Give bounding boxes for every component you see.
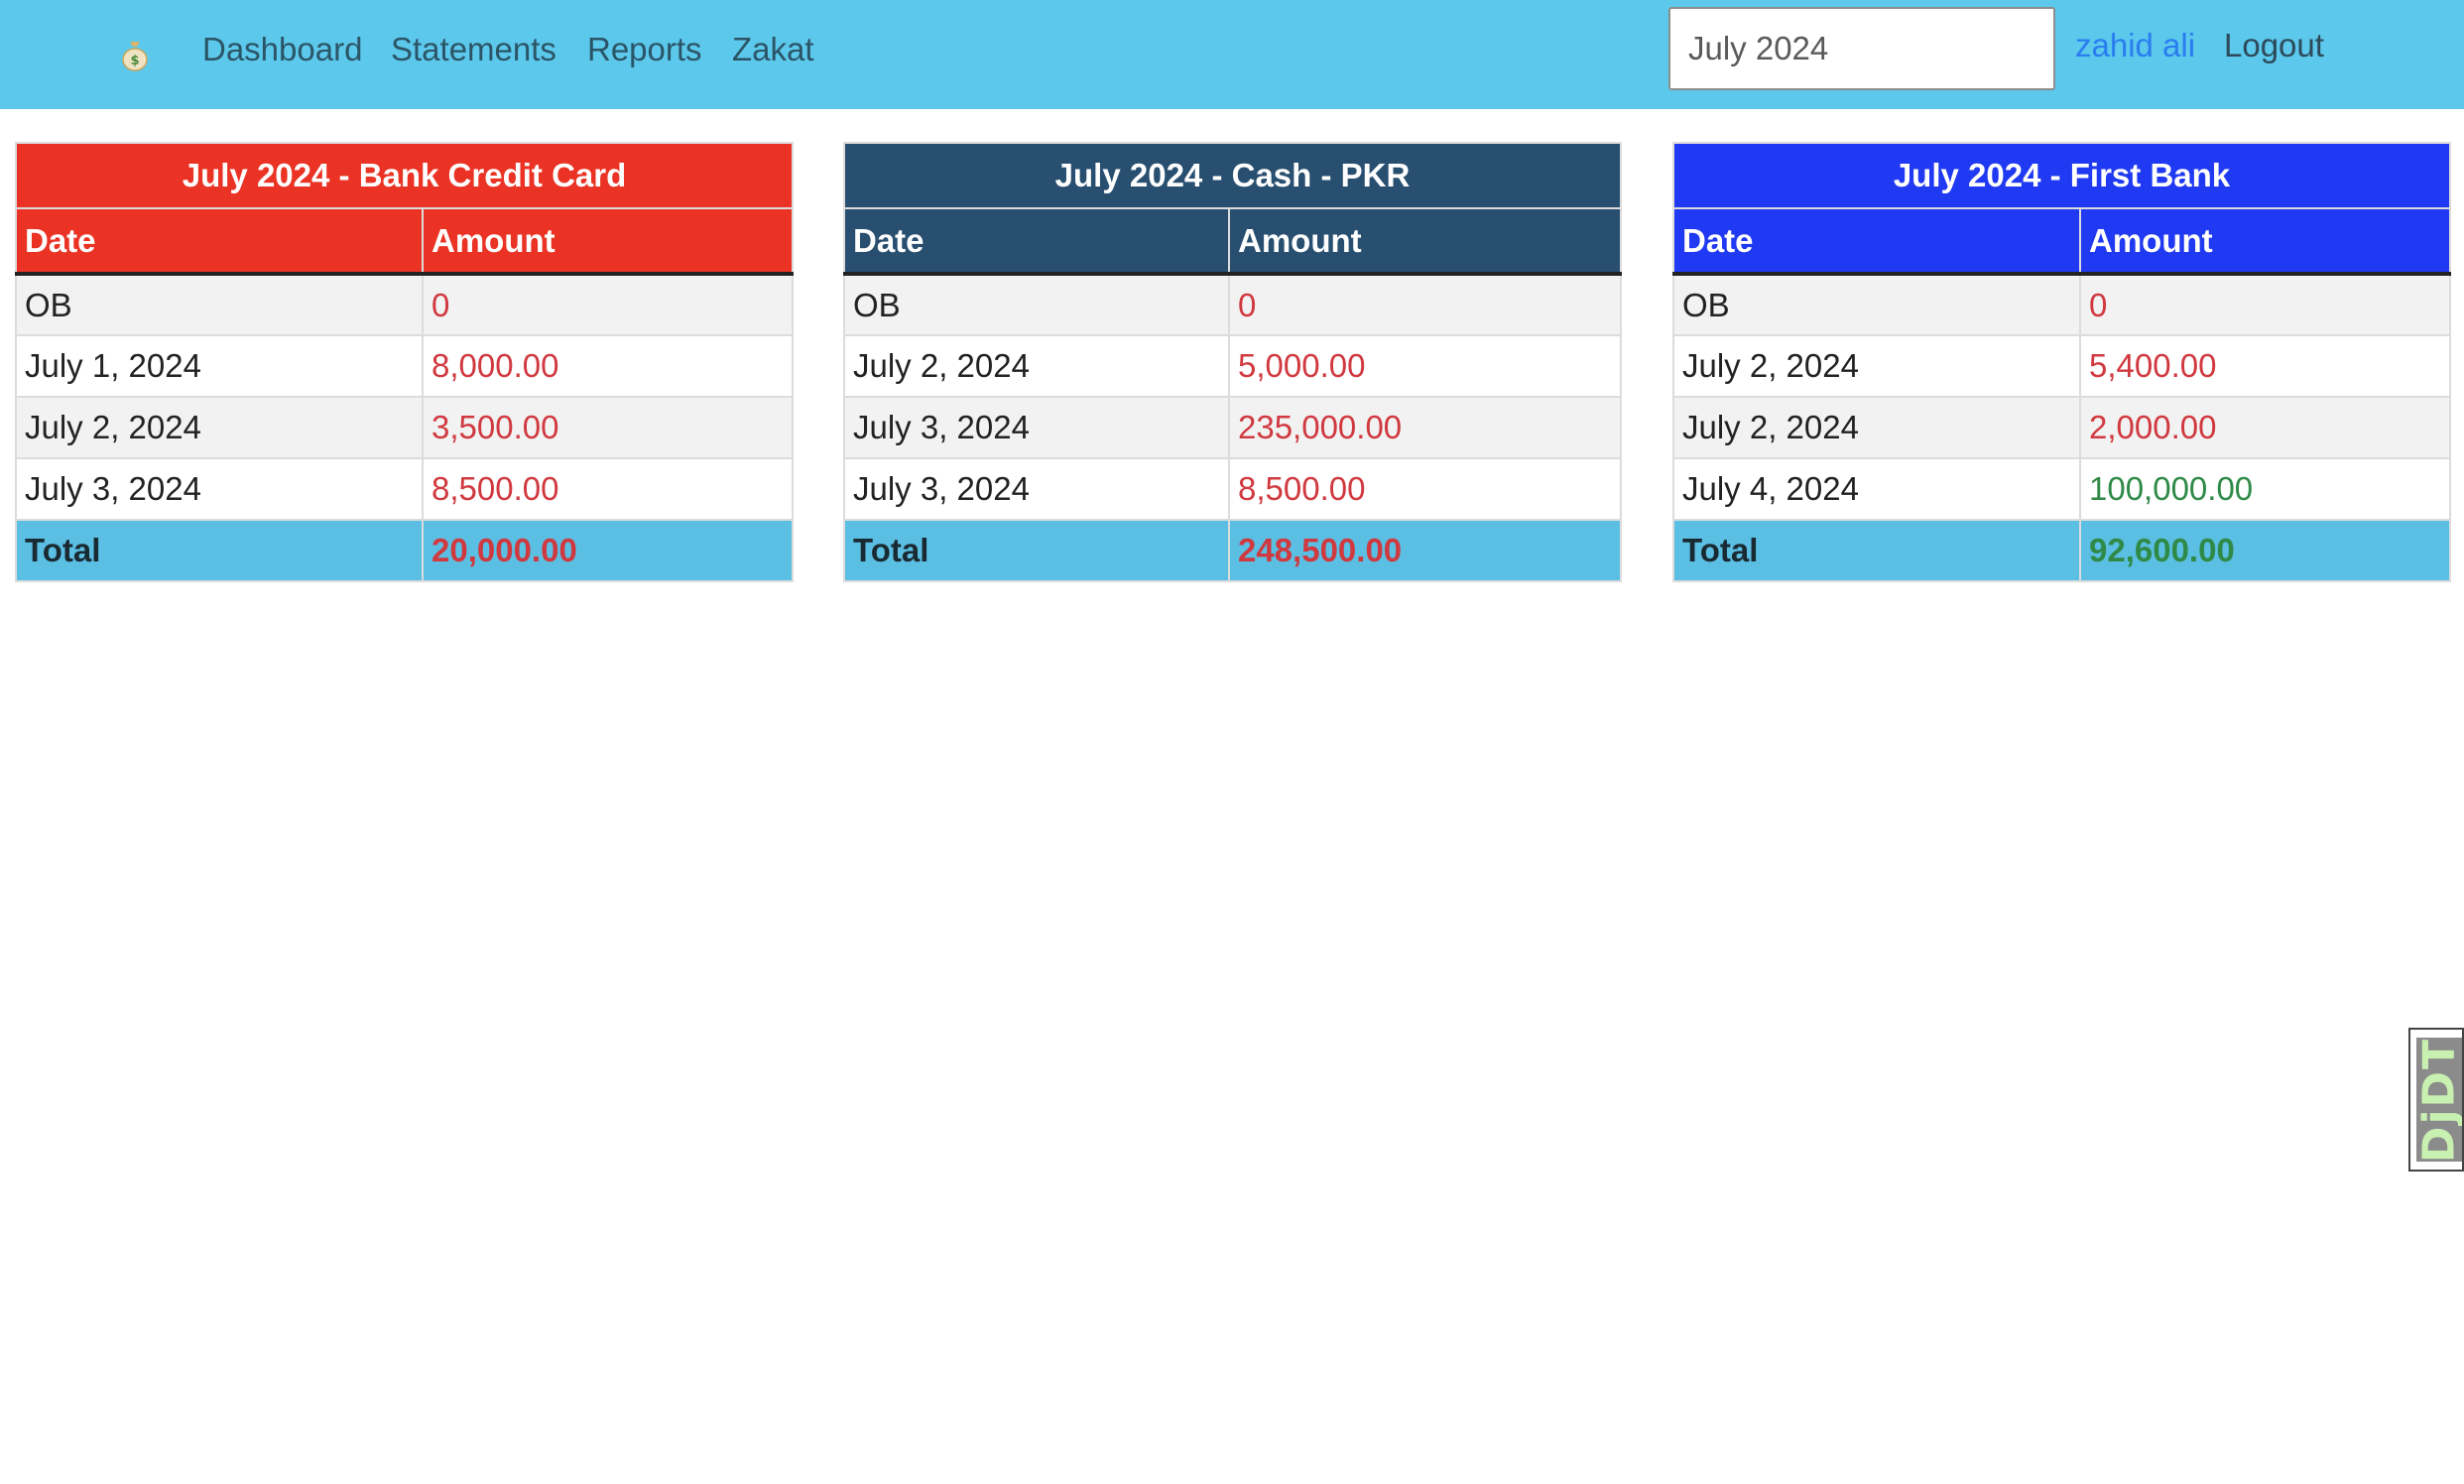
nav-zakat[interactable]: Zakat [732, 30, 814, 69]
row-amount: 2,000.00 [2079, 396, 2451, 459]
table-title: July 2024 - Cash - PKR [843, 142, 1622, 209]
row-date: July 2, 2024 [843, 334, 1230, 398]
total-row: Total 20,000.00 [15, 519, 794, 582]
row-date: OB [15, 273, 424, 336]
total-amount: 92,600.00 [2079, 519, 2451, 582]
debug-toolbar-label-box: DjDT [2416, 1038, 2462, 1162]
table-row: July 3, 2024 235,000.00 [843, 396, 1622, 459]
total-row: Total 248,500.00 [843, 519, 1622, 582]
column-header-amount: Amount [2079, 207, 2451, 276]
row-amount: 5,400.00 [2079, 334, 2451, 398]
row-amount: 3,500.00 [422, 396, 794, 459]
row-amount: 100,000.00 [2079, 457, 2451, 521]
row-date: July 1, 2024 [15, 334, 424, 398]
table-row: July 2, 2024 5,400.00 [1672, 334, 2451, 398]
table-title: July 2024 - Bank Credit Card [15, 142, 794, 209]
row-date: July 4, 2024 [1672, 457, 2081, 521]
row-amount: 8,500.00 [422, 457, 794, 521]
row-date: July 3, 2024 [843, 396, 1230, 459]
row-amount: 0 [422, 273, 794, 336]
debug-toolbar-handle[interactable]: DjDT [2408, 1028, 2464, 1172]
table-title: July 2024 - First Bank [1672, 142, 2451, 209]
column-header-date: Date [843, 207, 1230, 276]
row-amount: 0 [2079, 273, 2451, 336]
money-bag-icon[interactable]: $ [121, 38, 149, 71]
debug-toolbar-label: DjDT [2416, 1038, 2462, 1162]
row-amount: 5,000.00 [1228, 334, 1622, 398]
svg-text:$: $ [130, 54, 139, 68]
statement-table-bank-credit-card: July 2024 - Bank Credit Card Date Amount… [15, 142, 794, 582]
table-row: July 3, 2024 8,500.00 [15, 457, 794, 521]
top-navbar: $ Dashboard Statements Reports Zakat zah… [0, 0, 2464, 109]
total-label: Total [843, 519, 1230, 582]
column-header-amount: Amount [1228, 207, 1622, 276]
row-date: July 3, 2024 [843, 457, 1230, 521]
total-label: Total [1672, 519, 2081, 582]
row-amount: 235,000.00 [1228, 396, 1622, 459]
month-picker-input[interactable] [1668, 7, 2055, 90]
total-amount: 20,000.00 [422, 519, 794, 582]
nav-dashboard[interactable]: Dashboard [202, 30, 362, 69]
table-row: July 2, 2024 2,000.00 [1672, 396, 2451, 459]
table-row: July 4, 2024 100,000.00 [1672, 457, 2451, 521]
column-header-date: Date [1672, 207, 2081, 276]
row-amount: 8,500.00 [1228, 457, 1622, 521]
row-date: July 3, 2024 [15, 457, 424, 521]
table-row: OB 0 [1672, 273, 2451, 336]
statement-table-cash-pkr: July 2024 - Cash - PKR Date Amount OB 0 … [843, 142, 1622, 582]
table-row: July 2, 2024 5,000.00 [843, 334, 1622, 398]
table-row: July 3, 2024 8,500.00 [843, 457, 1622, 521]
table-row: OB 0 [15, 273, 794, 336]
column-header-amount: Amount [422, 207, 794, 276]
total-amount: 248,500.00 [1228, 519, 1622, 582]
row-date: OB [1672, 273, 2081, 336]
row-amount: 0 [1228, 273, 1622, 336]
table-row: July 2, 2024 3,500.00 [15, 396, 794, 459]
logout-link[interactable]: Logout [2224, 26, 2324, 65]
statement-table-first-bank: July 2024 - First Bank Date Amount OB 0 … [1672, 142, 2451, 582]
table-row: OB 0 [843, 273, 1622, 336]
row-date: July 2, 2024 [1672, 396, 2081, 459]
row-date: July 2, 2024 [1672, 334, 2081, 398]
user-profile-link[interactable]: zahid ali [2075, 26, 2195, 65]
nav-reports[interactable]: Reports [587, 30, 702, 69]
table-row: July 1, 2024 8,000.00 [15, 334, 794, 398]
total-label: Total [15, 519, 424, 582]
column-header-date: Date [15, 207, 424, 276]
row-date: July 2, 2024 [15, 396, 424, 459]
nav-statements[interactable]: Statements [391, 30, 556, 69]
row-amount: 8,000.00 [422, 334, 794, 398]
row-date: OB [843, 273, 1230, 336]
total-row: Total 92,600.00 [1672, 519, 2451, 582]
